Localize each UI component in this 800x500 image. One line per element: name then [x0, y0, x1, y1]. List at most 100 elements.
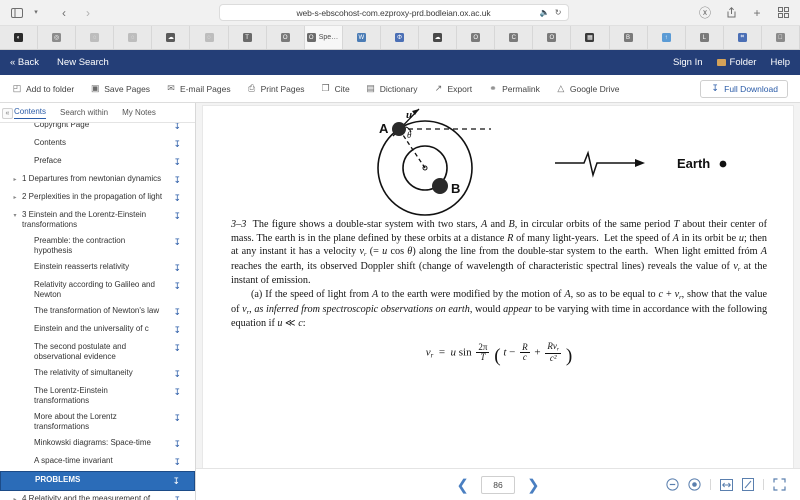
action-save-pages[interactable]: ▣ Save Pages — [90, 83, 150, 94]
download-icon[interactable]: ↧ — [169, 342, 181, 354]
full-download-button[interactable]: ↧ Full Download — [700, 79, 788, 98]
browser-tab-14[interactable]: O — [533, 26, 572, 49]
toc-item[interactable]: The second postulate and observational e… — [0, 339, 195, 365]
help-link[interactable]: Help — [770, 57, 790, 68]
back-link[interactable]: « Back — [10, 57, 39, 68]
toc-item[interactable]: The relativity of simultaneity ↧ — [0, 365, 195, 383]
download-icon[interactable]: ↧ — [169, 438, 181, 450]
toc-item[interactable]: More about the Lorentz transformations ↧ — [0, 409, 195, 435]
table-of-contents[interactable]: Copyright Page ↧ Contents ↧ Preface ↧ ▸ 1 Depar… — [0, 123, 195, 500]
expand-caret-icon[interactable]: ▾ — [10, 210, 20, 219]
action-dictionary[interactable]: ▤ Dictionary — [366, 83, 417, 94]
toc-item[interactable]: Preamble: the contraction hypothesis ↧ — [0, 233, 195, 259]
browser-tab-19[interactable]: ⌗ — [723, 26, 762, 49]
fit-width-icon[interactable] — [720, 478, 733, 491]
action-permalink[interactable]: ⚭ Permalink — [488, 83, 540, 94]
action-google-drive[interactable]: △ Google Drive — [556, 83, 619, 94]
browser-tab-9[interactable]: W — [342, 26, 381, 49]
browser-tab-20[interactable]:  — [761, 26, 800, 49]
folder-link[interactable]: Folder — [716, 57, 756, 68]
download-icon[interactable]: ↧ — [169, 192, 181, 204]
toc-item[interactable]: ▸ 1 Departures from newtonian dynamics ↧ — [0, 171, 195, 189]
fit-page-icon[interactable] — [742, 478, 754, 491]
browser-tab-2[interactable]: ◌ — [76, 26, 115, 49]
download-icon[interactable]: ↧ — [168, 475, 180, 487]
chevron-right-icon[interactable]: ❯ — [527, 476, 540, 494]
toc-item[interactable]: The transformation of Newton's law ↧ — [0, 303, 195, 321]
action-print-pages[interactable]: ⎙ Print Pages — [247, 83, 305, 94]
browser-tab-15[interactable]: ▦ — [571, 26, 610, 49]
browser-tab-7[interactable]: O — [266, 26, 305, 49]
toc-item[interactable]: The Lorentz-Einstein transformations ↧ — [0, 383, 195, 409]
download-icon[interactable]: ↧ — [169, 412, 181, 424]
sidebar-icon[interactable] — [8, 4, 26, 22]
zoom-in-icon[interactable] — [688, 478, 701, 491]
toc-item[interactable]: Contents ↧ — [0, 135, 195, 153]
sidebar-tab-my-notes[interactable]: My Notes — [122, 108, 156, 117]
expand-caret-icon[interactable]: ▸ — [10, 494, 20, 500]
download-icon[interactable]: ↧ — [169, 156, 181, 168]
share-icon[interactable] — [722, 4, 740, 22]
toc-item[interactable]: Minkowski diagrams: Space-time ↧ — [0, 435, 195, 453]
browser-tab-0[interactable]: ◐ — [0, 26, 39, 49]
download-icon[interactable]: ↧ — [169, 324, 181, 336]
toc-item[interactable]: ▸4 Relativity and the measurement of len… — [0, 491, 195, 500]
chevron-down-icon[interactable]: ▾ — [27, 4, 45, 22]
reload-icon[interactable]: ↻ — [555, 8, 562, 17]
browser-tab-3[interactable]: ◌ — [114, 26, 153, 49]
toc-item[interactable]: Copyright Page ↧ — [0, 123, 195, 135]
tab-overview-icon[interactable] — [774, 4, 792, 22]
download-icon[interactable]: ↧ — [169, 368, 181, 380]
toc-item[interactable]: A space-time invariant ↧ — [0, 453, 195, 471]
expand-caret-icon[interactable]: ▸ — [10, 192, 20, 201]
sidebar-toggle-group[interactable]: ▾ — [8, 4, 45, 22]
browser-tab-13[interactable]: C — [495, 26, 534, 49]
download-icon[interactable]: ↧ — [169, 456, 181, 468]
download-icon[interactable]: ↧ — [169, 386, 181, 398]
browser-tab-4[interactable]: ☁ — [152, 26, 191, 49]
toc-item[interactable]: Relativity according to Galileo and Newt… — [0, 277, 195, 303]
zoom-out-icon[interactable] — [666, 478, 679, 491]
action-cite[interactable]: ❐ Cite — [321, 83, 350, 94]
toc-item[interactable]: ▸ 2 Perplexities in the propagation of li… — [0, 189, 195, 207]
browser-tab-10[interactable]: Φ — [380, 26, 420, 49]
url-bar[interactable]: web-s-ebscohost-com.ezproxy-prd.bodleian… — [218, 4, 569, 21]
sidebar-scrollbar[interactable] — [190, 125, 193, 496]
browser-tab-16[interactable]: B — [609, 26, 648, 49]
download-icon[interactable]: ↧ — [169, 306, 181, 318]
new-search-link[interactable]: New Search — [57, 57, 109, 68]
download-icon[interactable]: ↧ — [169, 123, 181, 132]
new-tab-icon[interactable]: + — [748, 4, 766, 22]
browser-tab-11[interactable]: ☁ — [419, 26, 458, 49]
download-icon[interactable]: ↧ — [169, 236, 181, 248]
download-icon[interactable]: ↧ — [169, 262, 181, 274]
toc-item[interactable]: Einstein and the universality of c ↧ — [0, 321, 195, 339]
browser-tab-17[interactable]: ↑ — [647, 26, 686, 49]
sidebar-tab-contents[interactable]: Contents — [14, 107, 47, 119]
back-arrow-icon[interactable]: ‹ — [55, 4, 73, 22]
toc-item[interactable]: Einstein reasserts relativity ↧ — [0, 259, 195, 277]
action-e-mail-pages[interactable]: ✉ E-mail Pages — [166, 83, 230, 94]
download-icon[interactable]: ↧ — [169, 138, 181, 150]
browser-tab-1[interactable]: ◎ — [38, 26, 77, 49]
download-icon[interactable]: ↧ — [169, 494, 181, 500]
fullscreen-icon[interactable] — [773, 478, 786, 491]
forward-arrow-icon[interactable]: › — [79, 4, 97, 22]
download-icon[interactable]: ↧ — [169, 210, 181, 222]
chevron-left-icon[interactable]: ❮ — [456, 476, 469, 494]
browser-tab-6[interactable]: T — [228, 26, 267, 49]
sidebar-tab-search-within[interactable]: Search within — [60, 108, 108, 117]
sidebar-collapse-button[interactable]: « — [2, 108, 13, 119]
page-number-input[interactable]: 86 — [481, 475, 515, 494]
sign-in-link[interactable]: Sign In — [673, 57, 703, 68]
action-add-to-folder[interactable]: ◰ Add to folder — [12, 83, 74, 94]
toc-item[interactable]: ▾ 3 Einstein and the Lorentz-Einstein tra… — [0, 207, 195, 233]
download-icon[interactable]: ↧ — [169, 174, 181, 186]
action-export[interactable]: ↗ Export — [433, 83, 472, 94]
audio-mute-icon[interactable]: 🔈 — [540, 8, 550, 17]
browser-tab-5[interactable]: ◌ — [190, 26, 229, 49]
browser-tab-active[interactable]: OSpecial... — [304, 26, 343, 49]
toc-item-selected[interactable]: PROBLEMS ↧ — [0, 471, 195, 491]
download-icon[interactable]: ↧ — [169, 280, 181, 292]
downloads-icon[interactable]: ⓧ — [696, 4, 714, 22]
